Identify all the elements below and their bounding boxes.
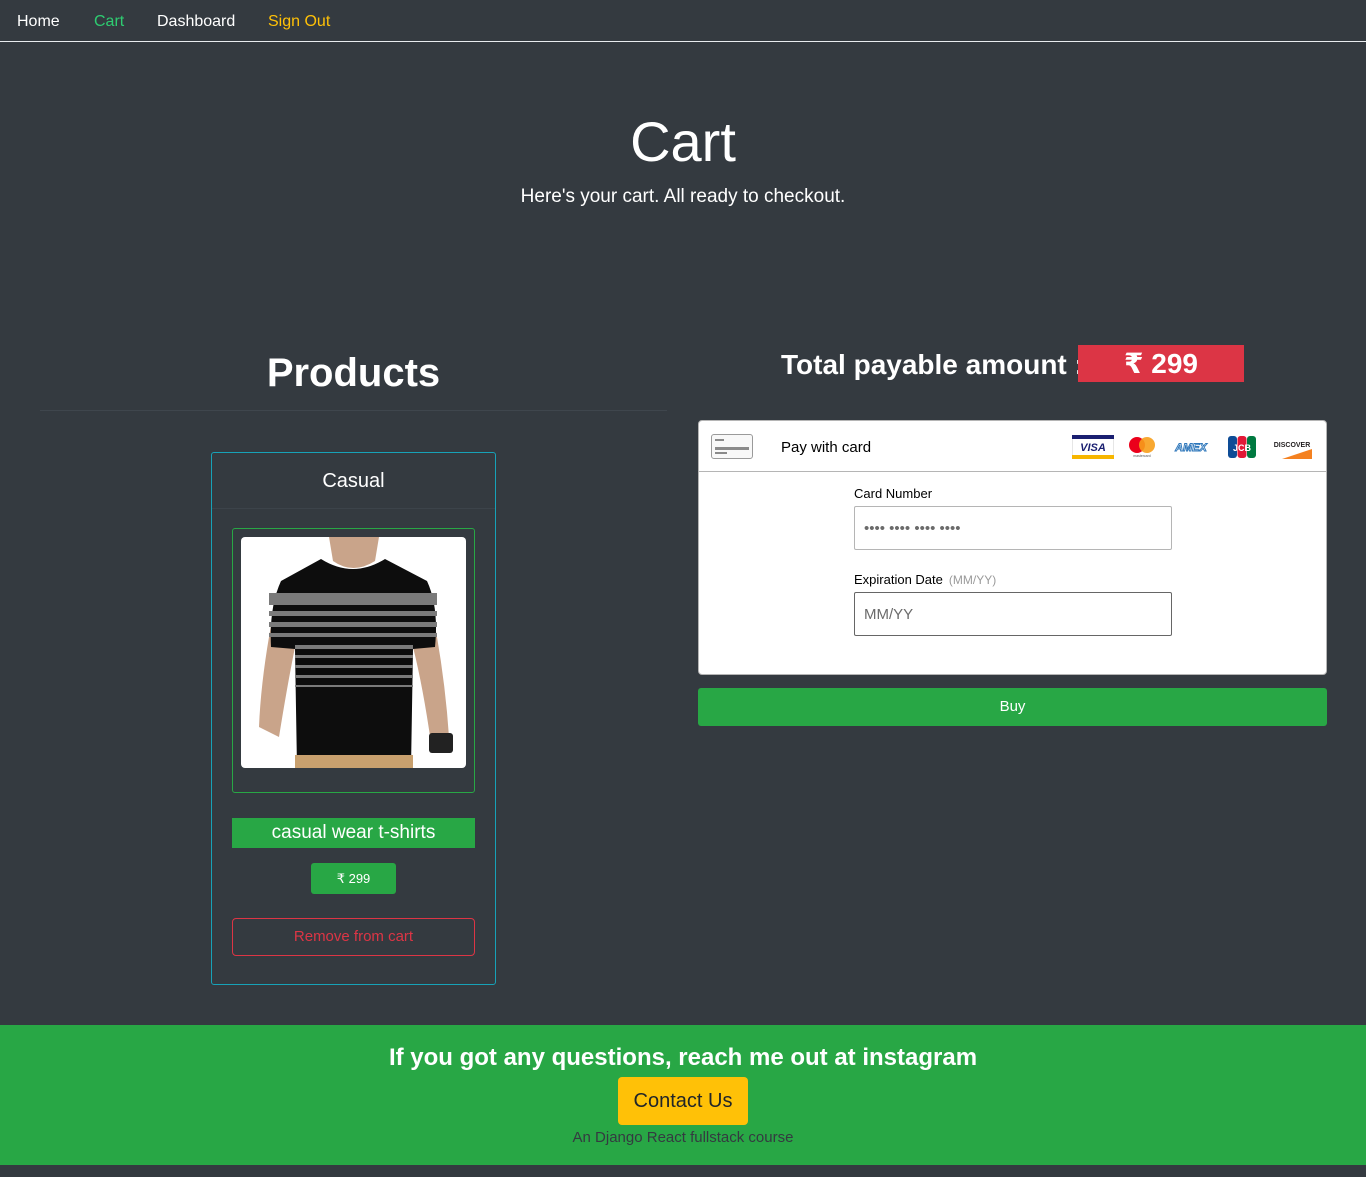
footer: If you got any questions, reach me out a…: [0, 1025, 1366, 1165]
expiration-date-input[interactable]: [854, 592, 1172, 636]
expiration-hint: (MM/YY): [948, 573, 997, 587]
payment-form: Pay with card VISA mastercard AMEX JCB D…: [698, 420, 1327, 675]
product-card: Casual casual wear t-shirts ₹ 299 Remove…: [211, 452, 496, 985]
nav-home-link[interactable]: Home: [17, 12, 60, 31]
payment-option-header[interactable]: Pay with card VISA mastercard AMEX JCB D…: [699, 421, 1326, 472]
page-subtitle: Here's your cart. All ready to checkout.: [520, 186, 846, 207]
svg-text:AMEX: AMEX: [1174, 442, 1207, 454]
nav-dashboard-link[interactable]: Dashboard: [157, 12, 235, 31]
product-name: casual wear t-shirts: [232, 818, 475, 848]
card-number-label: Card Number: [854, 486, 933, 501]
product-image: [241, 537, 466, 768]
nav-signout-link[interactable]: Sign Out: [268, 12, 330, 31]
footer-question: If you got any questions, reach me out a…: [388, 1044, 978, 1071]
product-category: Casual: [212, 453, 495, 509]
tshirt-image: [259, 537, 453, 768]
product-image-frame: [232, 528, 475, 793]
product-price-badge: ₹ 299: [311, 863, 396, 894]
visa-icon: VISA: [1072, 435, 1114, 459]
products-heading: Products: [266, 351, 441, 395]
nav-cart-link[interactable]: Cart: [94, 12, 124, 31]
discover-icon: DISCOVER: [1272, 435, 1312, 459]
mastercard-icon: mastercard: [1129, 437, 1155, 458]
jcb-icon: JCB: [1228, 436, 1256, 458]
buy-button[interactable]: Buy: [698, 688, 1327, 726]
svg-text:mastercard: mastercard: [1133, 454, 1151, 458]
products-divider: [40, 410, 667, 411]
pay-with-card-label: Pay with card: [781, 439, 872, 456]
page-title: Cart: [630, 110, 736, 173]
amex-icon: AMEX: [1174, 442, 1208, 455]
remove-from-cart-button[interactable]: Remove from cart: [232, 918, 475, 956]
footer-tagline: An Django React fullstack course: [572, 1129, 794, 1146]
total-amount-badge: ₹ 299: [1078, 345, 1244, 382]
expiration-label-text: Expiration Date: [854, 572, 943, 587]
svg-text:VISA: VISA: [1080, 442, 1106, 454]
credit-card-icon: [711, 434, 753, 459]
contact-us-button[interactable]: Contact Us: [618, 1077, 748, 1125]
expiration-date-label: Expiration Date (MM/YY): [854, 572, 996, 588]
svg-text:DISCOVER: DISCOVER: [1274, 442, 1311, 449]
total-label: Total payable amount :: [781, 349, 1084, 380]
svg-text:JCB: JCB: [1233, 443, 1252, 453]
card-number-input[interactable]: [854, 506, 1172, 550]
navbar: Home Cart Dashboard Sign Out: [0, 0, 1366, 42]
